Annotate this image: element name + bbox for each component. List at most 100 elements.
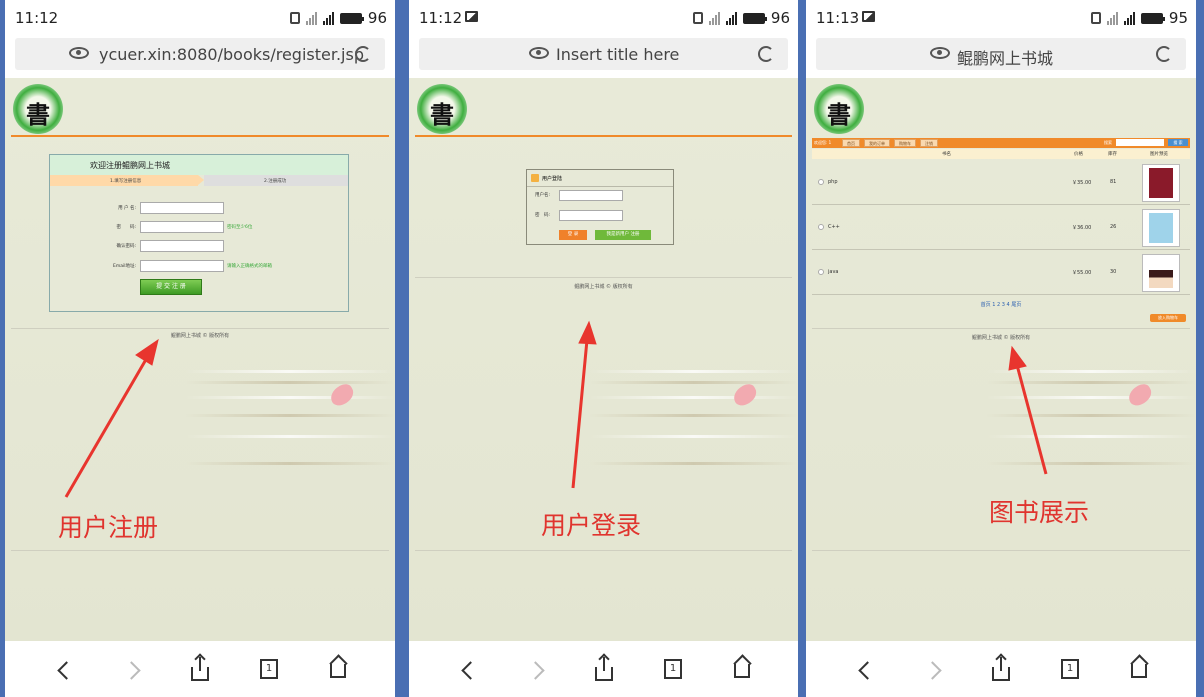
- status-bar: 11:12 96: [5, 0, 395, 34]
- search-label: 搜索: [1104, 140, 1112, 145]
- vibrate-icon: [1090, 12, 1101, 24]
- address-text: 鲲鹏网上书城: [957, 49, 1054, 68]
- signal-icon: [708, 11, 720, 25]
- signal-icon: [725, 11, 737, 25]
- password-row: 密 码: 密码至少6位: [50, 221, 348, 233]
- share-icon[interactable]: [191, 657, 209, 681]
- confirm-password-field[interactable]: [140, 240, 224, 252]
- status-bar: 11:12 96: [409, 0, 798, 34]
- confirm-row: 确认密码:: [50, 240, 348, 252]
- browser-nav-bar: 1: [806, 641, 1196, 697]
- register-title: 欢迎注册鲲鹏网上书城: [90, 161, 170, 170]
- browser-nav-bar: 1: [409, 641, 798, 697]
- eye-icon: [69, 47, 89, 59]
- table-row[interactable]: C++ ￥36.00 26: [812, 205, 1190, 250]
- battery-level: 96: [367, 9, 387, 27]
- username-field[interactable]: [559, 190, 623, 201]
- battery-level: 96: [770, 9, 790, 27]
- vibrate-icon: [692, 12, 703, 24]
- petal-decoration: [327, 381, 357, 409]
- username-field[interactable]: [140, 202, 224, 214]
- reload-icon[interactable]: [355, 46, 371, 62]
- address-bar[interactable]: ycuer.xin:8080/books/register.jsp: [15, 38, 385, 70]
- email-hint: 请输入正确格式的邮箱: [227, 264, 272, 269]
- tabs-icon[interactable]: 1: [260, 659, 278, 679]
- nav-my-orders[interactable]: 我的订单: [864, 139, 890, 147]
- login-title: 用户登陆: [542, 176, 563, 182]
- login-button[interactable]: 登 录: [559, 230, 587, 240]
- login-form: 用户登陆 用户名: 密 码: 登 录 我是新用户 注册: [526, 169, 674, 245]
- phone-books: 11:13 95 鲲鹏网上书城 書 欢迎您: 1 首页 我的订单 购物车 注销 …: [806, 0, 1196, 697]
- share-icon[interactable]: [992, 657, 1010, 681]
- signal-icon: [305, 11, 317, 25]
- welcome-user: 欢迎您: 1: [814, 140, 832, 145]
- nav-logout[interactable]: 注销: [920, 139, 938, 147]
- reload-icon[interactable]: [1156, 46, 1172, 62]
- home-icon[interactable]: [1131, 664, 1147, 678]
- email-field[interactable]: [140, 260, 224, 272]
- status-time: 11:12: [15, 9, 59, 27]
- tabs-icon[interactable]: 1: [664, 659, 682, 679]
- signal-icon: [322, 11, 334, 25]
- select-radio[interactable]: [818, 179, 824, 185]
- password-field[interactable]: [140, 221, 224, 233]
- caption-books: 图书展示: [989, 498, 1090, 527]
- reload-icon[interactable]: [758, 46, 774, 62]
- user-icon: [531, 174, 539, 182]
- vibrate-icon: [289, 12, 300, 24]
- status-time: 11:12: [419, 9, 463, 27]
- forward-icon[interactable]: [923, 661, 942, 680]
- address-bar[interactable]: 鲲鹏网上书城: [816, 38, 1186, 70]
- browser-nav-bar: 1: [5, 641, 395, 697]
- battery-icon: [1140, 12, 1165, 24]
- petal-decoration: [730, 381, 760, 409]
- table-row[interactable]: java ￥55.00 30: [812, 250, 1190, 295]
- address-text: Insert title here: [556, 45, 680, 64]
- step-1: 1.填写注册信息: [50, 175, 204, 186]
- battery-level: 95: [1168, 9, 1188, 27]
- page-content: 書 欢迎您: 1 首页 我的订单 购物车 注销 搜索 搜 索 书名 价格 库存 …: [806, 78, 1196, 641]
- back-icon[interactable]: [858, 661, 877, 680]
- footer-text: 鲲鹏网上书城 © 版权所有: [170, 333, 230, 339]
- password-hint: 密码至少6位: [227, 225, 253, 230]
- pagination[interactable]: 首页 1 2 3 4 尾页: [806, 301, 1196, 308]
- signal-icon: [1106, 11, 1118, 25]
- petal-decoration: [1125, 381, 1155, 409]
- submit-register-button[interactable]: 提 交 注 册: [140, 279, 202, 295]
- nav-home[interactable]: 首页: [842, 139, 860, 147]
- add-to-cart-button[interactable]: 放入购物车: [1150, 314, 1186, 322]
- eye-icon: [930, 47, 950, 59]
- address-text: ycuer.xin:8080/books/register.jsp: [99, 45, 364, 64]
- forward-icon[interactable]: [526, 661, 545, 680]
- nav-cart[interactable]: 购物车: [894, 139, 916, 147]
- site-logo: 書: [814, 84, 864, 134]
- book-cover: [1142, 164, 1180, 202]
- search-button[interactable]: 搜 索: [1168, 139, 1188, 146]
- password-field[interactable]: [559, 210, 623, 221]
- address-bar[interactable]: Insert title here: [419, 38, 788, 70]
- back-icon[interactable]: [57, 661, 76, 680]
- site-logo: 書: [13, 84, 63, 134]
- phone-register: 11:12 96 ycuer.xin:8080/books/register.j…: [5, 0, 395, 697]
- status-time: 11:13: [816, 9, 860, 27]
- select-radio[interactable]: [818, 269, 824, 275]
- tabs-icon[interactable]: 1: [1061, 659, 1079, 679]
- search-input[interactable]: [1116, 139, 1164, 146]
- forward-icon[interactable]: [122, 661, 141, 680]
- book-table-header: 书名 价格 库存 图片预览: [812, 149, 1190, 159]
- home-icon[interactable]: [330, 664, 346, 678]
- footer-divider: [11, 328, 389, 329]
- back-icon[interactable]: [461, 661, 480, 680]
- home-icon[interactable]: [734, 664, 750, 678]
- signal-icon: [1123, 11, 1135, 25]
- new-user-register-button[interactable]: 我是新用户 注册: [595, 230, 651, 240]
- table-row[interactable]: php ￥35.00 81: [812, 160, 1190, 205]
- site-nav-bar: 欢迎您: 1 首页 我的订单 购物车 注销 搜索 搜 索: [812, 138, 1190, 148]
- battery-icon: [742, 12, 767, 24]
- book-cover: [1142, 254, 1180, 292]
- header-divider: [415, 135, 792, 137]
- select-radio[interactable]: [818, 224, 824, 230]
- step-2: 2.注册成功: [204, 175, 348, 186]
- share-icon[interactable]: [595, 657, 613, 681]
- page-content: 書 欢迎注册鲲鹏网上书城 1.填写注册信息 2.注册成功 用 户 名: 密 码:…: [5, 78, 395, 641]
